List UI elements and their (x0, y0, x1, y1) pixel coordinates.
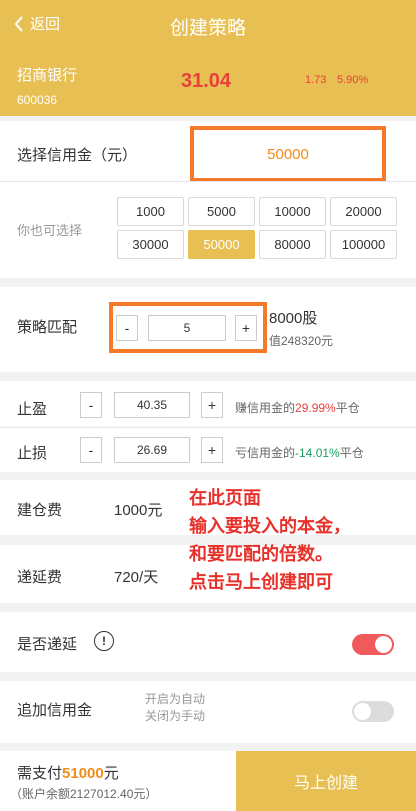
stop-loss-minus-button[interactable]: - (80, 437, 102, 463)
annotation-line: 输入要投入的本金， (189, 516, 351, 536)
market-value: 值248320元 (269, 334, 334, 348)
stock-change: 1.73 (305, 74, 327, 86)
take-profit-plus-button[interactable]: + (201, 392, 223, 418)
defer-fee-value: 720/天 (114, 569, 159, 586)
annotation-line: 和要匹配的倍数。 (189, 544, 333, 564)
stock-code: 600036 (17, 93, 58, 107)
toggle-knob (354, 703, 371, 720)
stop-loss-note-prefix: 亏信用金的 (235, 446, 296, 460)
annotation-line: 在此页面 (189, 488, 261, 508)
option-1000[interactable]: 1000 (117, 197, 184, 226)
option-30000[interactable]: 30000 (117, 230, 184, 259)
stock-name: 招商银行 (17, 67, 78, 84)
defer-label: 是否递延 (17, 636, 78, 653)
option-20000[interactable]: 20000 (330, 197, 397, 226)
strategy-label: 策略匹配 (17, 319, 78, 336)
add-credit-toggle[interactable] (352, 701, 394, 722)
instruction-annotation: 在此页面 输入要投入的本金， 和要匹配的倍数。 点击马上创建即可 (189, 484, 351, 596)
annotation-line: 点击马上创建即可 (189, 572, 333, 592)
take-profit-minus-button[interactable]: - (80, 392, 102, 418)
take-profit-note-prefix: 赚信用金的 (235, 401, 296, 415)
take-profit-note-suffix: 平仓 (335, 401, 360, 415)
stock-info: 招商银行 600036 31.04 1.73 5.90% (0, 50, 416, 116)
add-credit-hint-off: 关闭为手动 (145, 709, 206, 723)
pay-summary: 需支付51000元 (17, 762, 119, 783)
credit-label: 选择信用金（元） (17, 147, 138, 164)
take-profit-note: 赚信用金的29.99%平仓 (235, 399, 360, 416)
stop-loss-pct: -14.01% (295, 446, 340, 460)
shares-count: 8000股 (269, 310, 318, 327)
multiplier-stepper: - 5 + (109, 302, 267, 353)
create-now-button[interactable]: 马上创建 (236, 751, 416, 811)
option-100000[interactable]: 100000 (330, 230, 397, 259)
options-label: 你也可选择 (17, 223, 83, 238)
option-10000[interactable]: 10000 (259, 197, 326, 226)
add-credit-hint-on: 开启为自动 (145, 692, 206, 706)
pay-amount: 51000 (62, 765, 104, 782)
top-bar: 返回 创建策略 (0, 0, 416, 50)
stock-change-pct: 5.90% (337, 74, 369, 86)
take-profit-label: 止盈 (17, 401, 48, 418)
pay-suffix: 元 (103, 765, 119, 782)
option-50000[interactable]: 50000 (188, 230, 255, 259)
multiplier-input[interactable]: 5 (148, 315, 226, 341)
open-fee-label: 建仓费 (17, 502, 63, 519)
stop-loss-input[interactable]: 26.69 (114, 437, 190, 463)
open-fee-value: 1000元 (114, 502, 163, 519)
take-profit-pct: 29.99% (295, 401, 336, 415)
option-80000[interactable]: 80000 (259, 230, 326, 259)
defer-fee-label: 递延费 (17, 569, 63, 586)
add-credit-label: 追加信用金 (17, 702, 93, 719)
option-5000[interactable]: 5000 (188, 197, 255, 226)
account-balance: （账户余额2127012.40元） (10, 787, 158, 801)
stop-loss-note: 亏信用金的-14.01%平仓 (235, 444, 364, 461)
credit-amount-input[interactable]: 50000 (190, 126, 386, 182)
toggle-knob (375, 636, 392, 653)
multiplier-minus-button[interactable]: - (116, 315, 138, 341)
stop-loss-plus-button[interactable]: + (201, 437, 223, 463)
take-profit-input[interactable]: 40.35 (114, 392, 190, 418)
defer-toggle[interactable] (352, 634, 394, 655)
stock-price: 31.04 (181, 70, 232, 92)
multiplier-plus-button[interactable]: + (235, 315, 257, 341)
stop-loss-label: 止损 (17, 445, 48, 462)
info-icon[interactable]: ! (94, 631, 114, 651)
page-title: 创建策略 (169, 18, 246, 39)
stop-loss-note-suffix: 平仓 (339, 446, 364, 460)
pay-prefix: 需支付 (17, 765, 63, 782)
